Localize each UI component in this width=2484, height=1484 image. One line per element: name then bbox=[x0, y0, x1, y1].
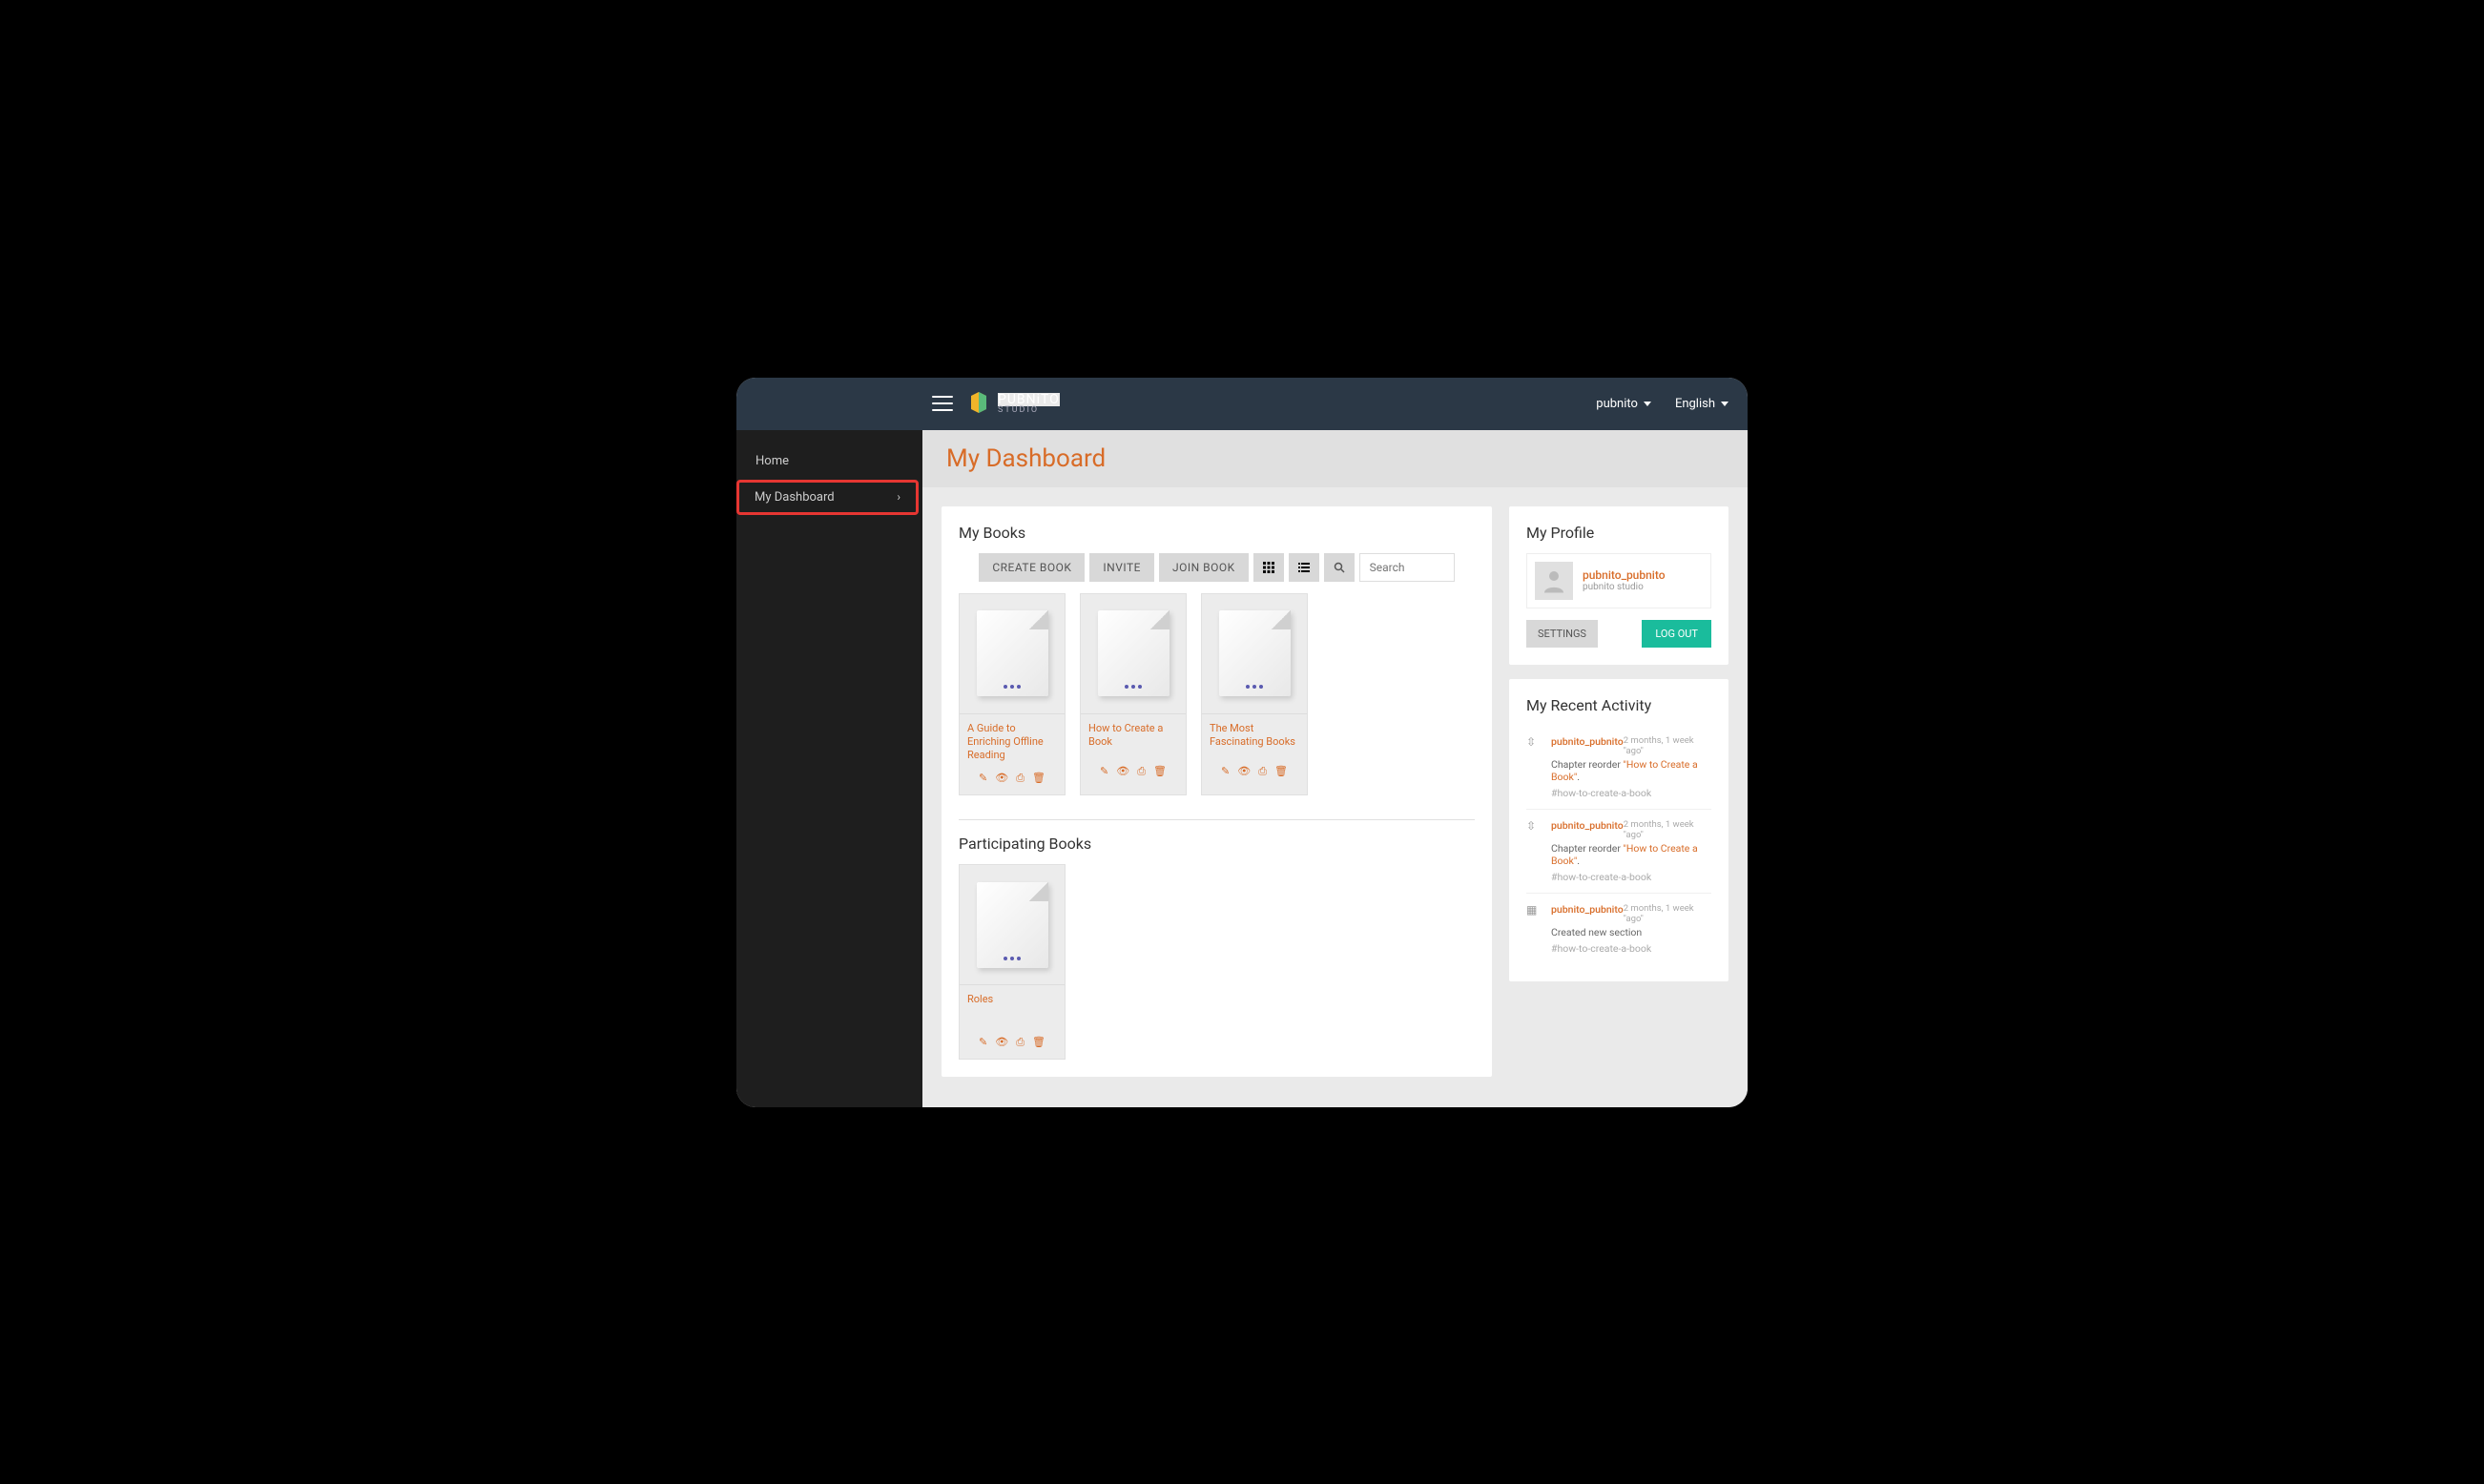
activity-description: Chapter reorder "How to Create a Book". bbox=[1551, 842, 1711, 867]
divider bbox=[959, 819, 1475, 820]
book-thumbnail[interactable] bbox=[1081, 594, 1186, 713]
book-title-link[interactable]: A Guide to Enriching Offline Reading bbox=[967, 722, 1057, 763]
activity-tag: #how-to-create-a-book bbox=[1551, 787, 1711, 799]
activity-item: ⇳ pubnito_pubnito 2 months, 1 week "ago"… bbox=[1526, 809, 1711, 893]
activity-user-link[interactable]: pubnito_pubnito bbox=[1551, 819, 1624, 840]
list-view-button[interactable] bbox=[1289, 553, 1319, 582]
menu-toggle-icon[interactable] bbox=[932, 396, 953, 411]
edit-icon[interactable]: ✎ bbox=[979, 1036, 987, 1049]
join-book-button[interactable]: JOIN BOOK bbox=[1159, 553, 1249, 582]
edit-icon[interactable]: ✎ bbox=[1221, 765, 1230, 778]
activity-item: ▦ pubnito_pubnito 2 months, 1 week "ago"… bbox=[1526, 893, 1711, 964]
book-card: How to Create a Book ✎ 👁 ⎙ 🗑 bbox=[1080, 593, 1187, 796]
search-button[interactable] bbox=[1324, 553, 1355, 582]
language-dropdown-label: English bbox=[1675, 397, 1715, 411]
my-books-heading: My Books bbox=[959, 524, 1475, 542]
edit-icon[interactable]: ✎ bbox=[979, 772, 987, 785]
user-dropdown[interactable]: pubnito bbox=[1596, 397, 1651, 411]
view-icon[interactable]: 👁 bbox=[995, 1036, 1008, 1049]
view-icon[interactable]: 👁 bbox=[1116, 765, 1129, 778]
delete-icon[interactable]: 🗑 bbox=[1274, 765, 1288, 778]
brand-logo[interactable]: PUBNiTO STUDIO bbox=[967, 390, 1060, 417]
list-icon bbox=[1298, 562, 1310, 573]
sidebar-item-home[interactable]: Home bbox=[736, 444, 922, 478]
create-book-button[interactable]: CREATE BOOK bbox=[979, 553, 1085, 582]
book-title-link[interactable]: How to Create a Book bbox=[1088, 722, 1178, 750]
book-title-link[interactable]: Roles bbox=[967, 993, 1057, 1006]
section-icon: ▦ bbox=[1526, 903, 1542, 955]
print-icon[interactable]: ⎙ bbox=[1016, 1036, 1025, 1049]
books-toolbar: CREATE BOOK INVITE JOIN BOOK bbox=[959, 553, 1475, 582]
chevron-right-icon: › bbox=[897, 490, 900, 504]
book-thumbnail[interactable] bbox=[960, 865, 1065, 984]
chevron-down-icon bbox=[1721, 402, 1728, 406]
profile-displayname: pubnito studio bbox=[1583, 582, 1666, 592]
logo-icon bbox=[967, 390, 990, 417]
chevron-down-icon bbox=[1644, 402, 1651, 406]
activity-timestamp: 2 months, 1 week "ago" bbox=[1624, 903, 1711, 924]
edit-icon[interactable]: ✎ bbox=[1100, 765, 1108, 778]
activity-timestamp: 2 months, 1 week "ago" bbox=[1624, 735, 1711, 756]
book-thumbnail[interactable] bbox=[960, 594, 1065, 713]
user-dropdown-label: pubnito bbox=[1596, 397, 1638, 411]
sidebar-item-my-dashboard[interactable]: My Dashboard › bbox=[736, 480, 919, 515]
grid-view-button[interactable] bbox=[1253, 553, 1284, 582]
profile-panel: My Profile pubnito_pubnito pubnito studi… bbox=[1509, 506, 1728, 665]
reorder-icon: ⇳ bbox=[1526, 735, 1542, 799]
delete-icon[interactable]: 🗑 bbox=[1032, 1036, 1045, 1049]
avatar bbox=[1535, 562, 1573, 600]
view-icon[interactable]: 👁 bbox=[1237, 765, 1251, 778]
top-header: PUBNiTO STUDIO pubnito English bbox=[736, 378, 1748, 430]
logout-button[interactable]: LOG OUT bbox=[1642, 620, 1711, 648]
activity-user-link[interactable]: pubnito_pubnito bbox=[1551, 735, 1624, 756]
book-thumbnail[interactable] bbox=[1202, 594, 1307, 713]
participating-heading: Participating Books bbox=[959, 835, 1475, 853]
search-icon bbox=[1334, 562, 1345, 573]
sidebar-item-label: Home bbox=[756, 454, 789, 468]
reorder-icon: ⇳ bbox=[1526, 819, 1542, 883]
activity-heading: My Recent Activity bbox=[1526, 696, 1711, 714]
grid-icon bbox=[1263, 562, 1274, 573]
book-card: The Most Fascinating Books ✎ 👁 ⎙ 🗑 bbox=[1201, 593, 1308, 796]
print-icon[interactable]: ⎙ bbox=[1258, 765, 1267, 778]
activity-description: Chapter reorder "How to Create a Book". bbox=[1551, 758, 1711, 783]
page-title: My Dashboard bbox=[946, 444, 1724, 473]
delete-icon[interactable]: 🗑 bbox=[1153, 765, 1167, 778]
book-card: Roles ✎ 👁 ⎙ 🗑 bbox=[959, 864, 1066, 1060]
language-dropdown[interactable]: English bbox=[1675, 397, 1728, 411]
activity-user-link[interactable]: pubnito_pubnito bbox=[1551, 903, 1624, 924]
page-title-bar: My Dashboard bbox=[922, 430, 1748, 487]
delete-icon[interactable]: 🗑 bbox=[1032, 772, 1045, 785]
print-icon[interactable]: ⎙ bbox=[1137, 765, 1146, 778]
sidebar-item-label: My Dashboard bbox=[755, 490, 835, 505]
activity-tag: #how-to-create-a-book bbox=[1551, 942, 1711, 955]
profile-heading: My Profile bbox=[1526, 524, 1711, 542]
brand-subtitle: STUDIO bbox=[998, 406, 1060, 415]
activity-description: Created new section bbox=[1551, 926, 1711, 938]
invite-button[interactable]: INVITE bbox=[1089, 553, 1154, 582]
sidebar: Home My Dashboard › bbox=[736, 430, 922, 1107]
activity-panel: My Recent Activity ⇳ pubnito_pubnito 2 m… bbox=[1509, 679, 1728, 981]
book-title-link[interactable]: The Most Fascinating Books bbox=[1210, 722, 1299, 750]
activity-tag: #how-to-create-a-book bbox=[1551, 871, 1711, 883]
book-card: A Guide to Enriching Offline Reading ✎ 👁… bbox=[959, 593, 1066, 796]
print-icon[interactable]: ⎙ bbox=[1016, 772, 1025, 785]
activity-item: ⇳ pubnito_pubnito 2 months, 1 week "ago"… bbox=[1526, 726, 1711, 809]
settings-button[interactable]: SETTINGS bbox=[1526, 620, 1598, 648]
profile-username[interactable]: pubnito_pubnito bbox=[1583, 568, 1666, 582]
activity-timestamp: 2 months, 1 week "ago" bbox=[1624, 819, 1711, 840]
search-input[interactable] bbox=[1359, 553, 1455, 582]
brand-name: PUBNiTO bbox=[998, 393, 1060, 406]
view-icon[interactable]: 👁 bbox=[995, 772, 1008, 785]
